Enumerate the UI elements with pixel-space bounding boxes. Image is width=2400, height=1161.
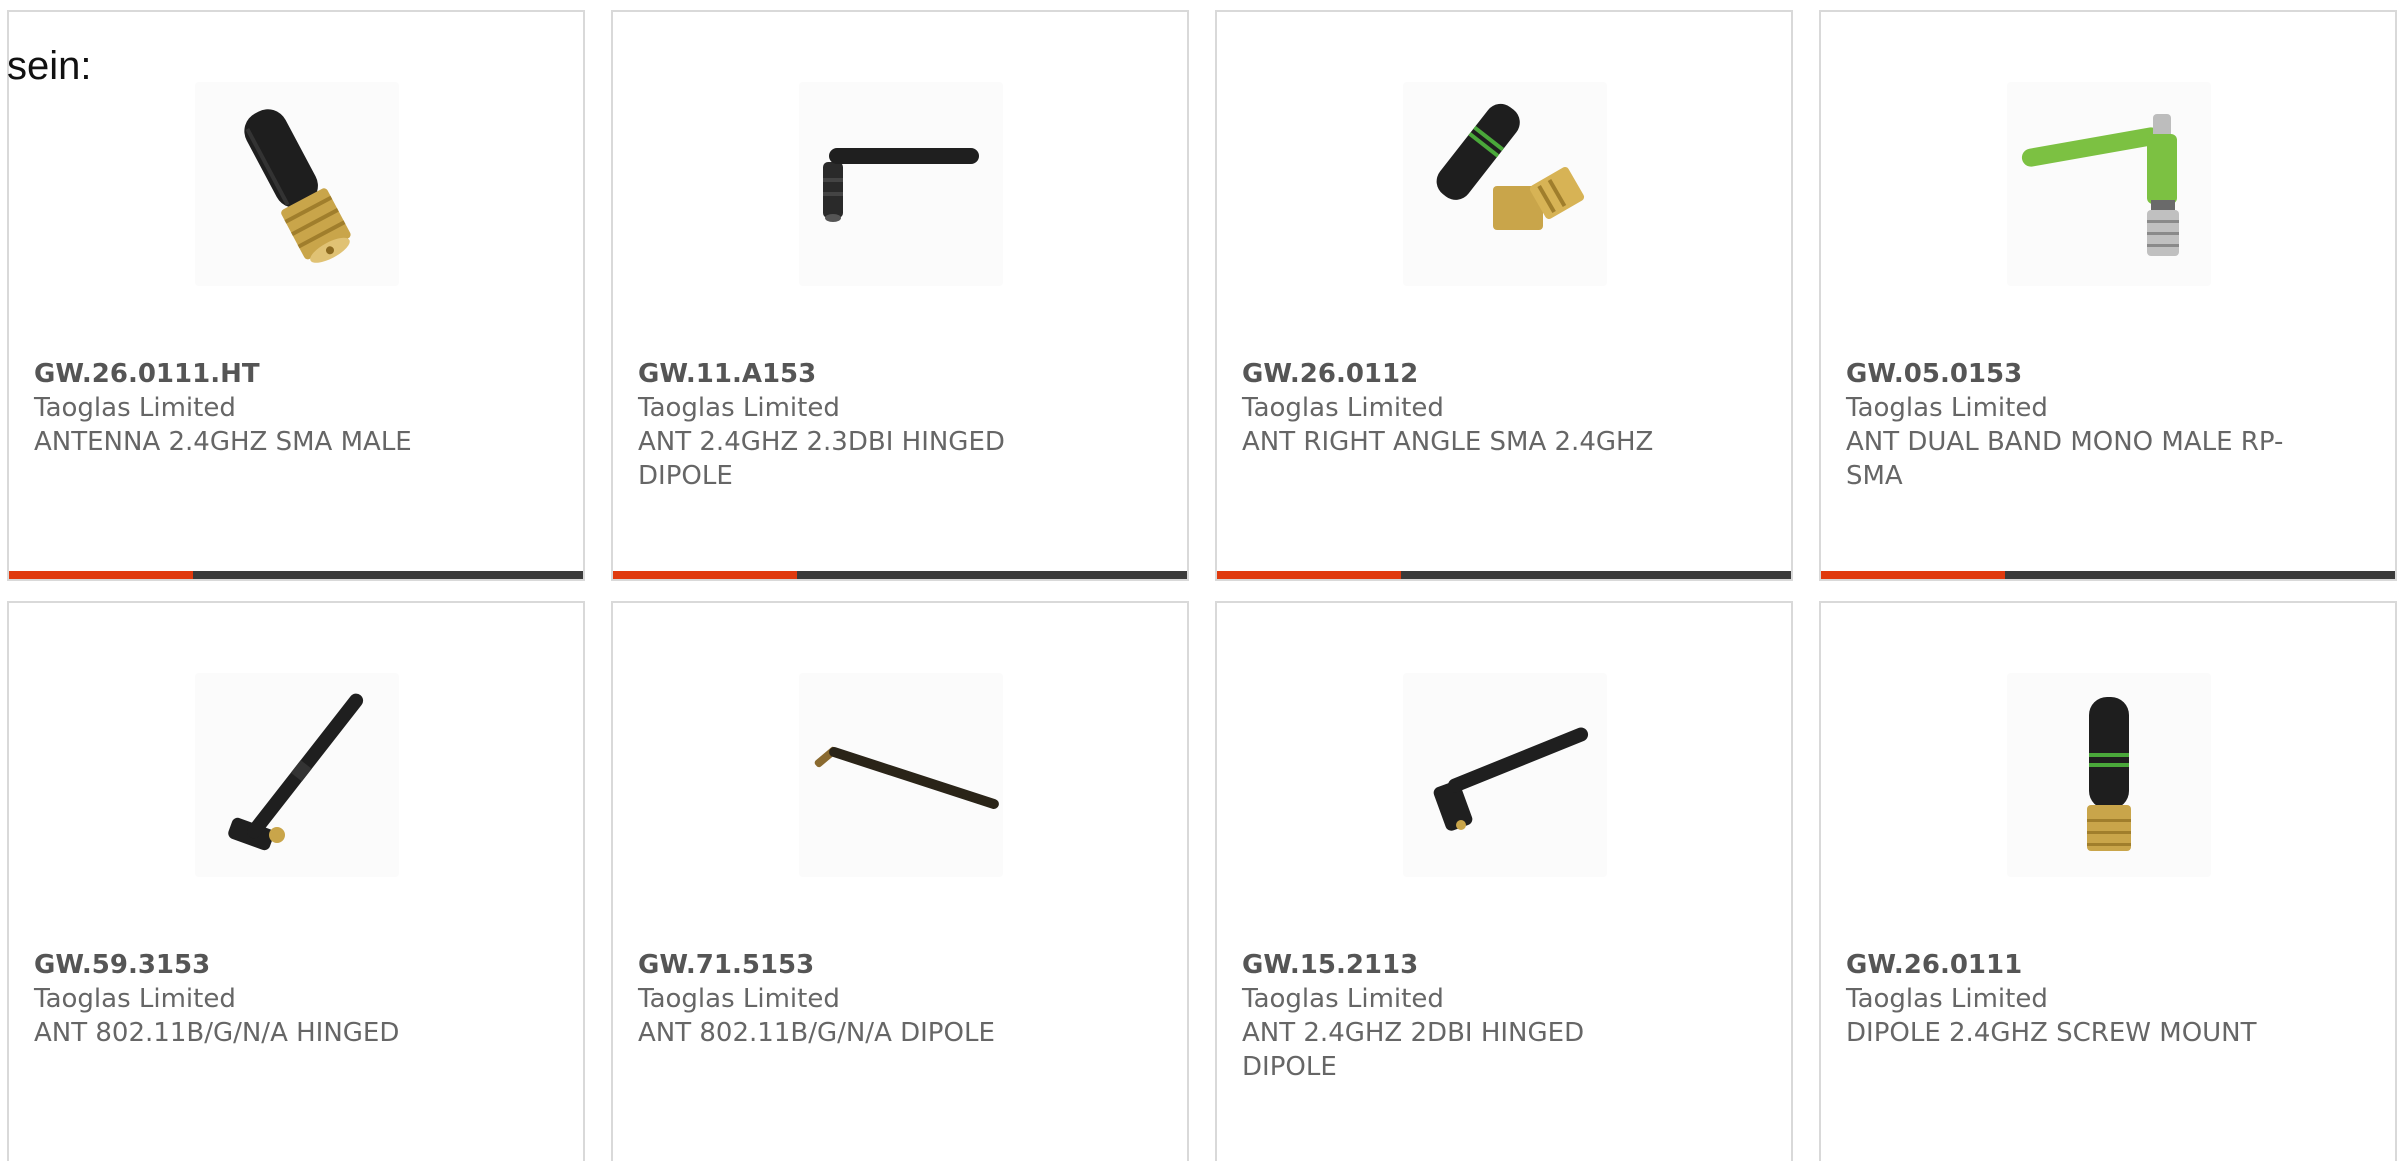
product-card[interactable]: GW.59.3153 Taoglas Limited ANT 802.11B/G… — [7, 601, 585, 1161]
progress-fill — [1821, 571, 2005, 579]
progress-fill — [613, 571, 797, 579]
progress-fill — [1217, 571, 1401, 579]
description: ANT 2.4GHZ 2.3DBI HINGED DIPOLE — [638, 427, 1005, 491]
part-number[interactable]: GW.26.0111.HT — [34, 357, 260, 391]
stubby-antenna-gold-sma-icon[interactable] — [195, 82, 399, 286]
manufacturer: Taoglas Limited — [34, 984, 236, 1014]
manufacturer: Taoglas Limited — [1846, 984, 2048, 1014]
part-number[interactable]: GW.26.0111 — [1846, 948, 2022, 982]
part-number[interactable]: GW.59.3153 — [34, 948, 210, 982]
progress-bar — [1821, 571, 2395, 579]
part-number[interactable]: GW.71.5153 — [638, 948, 814, 982]
angled-hinged-antenna-icon[interactable] — [195, 673, 399, 877]
green-hinged-antenna-icon[interactable] — [2007, 82, 2211, 286]
manufacturer: Taoglas Limited — [638, 393, 840, 423]
stubby-antenna-green-band-icon[interactable] — [2007, 673, 2211, 877]
intro-text: sein: — [7, 44, 92, 88]
short-hinged-antenna-icon[interactable] — [1403, 673, 1607, 877]
description: ANT 2.4GHZ 2DBI HINGED DIPOLE — [1242, 1018, 1585, 1082]
hinged-dipole-antenna-icon[interactable] — [799, 82, 1003, 286]
product-grid: GW.26.0111.HT Taoglas Limited ANTENNA 2.… — [0, 0, 2400, 1161]
manufacturer: Taoglas Limited — [34, 393, 236, 423]
product-card[interactable]: GW.26.0111 Taoglas Limited DIPOLE 2.4GHZ… — [1819, 601, 2397, 1161]
manufacturer: Taoglas Limited — [638, 984, 840, 1014]
product-card[interactable]: GW.71.5153 Taoglas Limited ANT 802.11B/G… — [611, 601, 1189, 1161]
description: ANT DUAL BAND MONO MALE RP-SMA — [1846, 427, 2284, 491]
description: ANT RIGHT ANGLE SMA 2.4GHZ — [1242, 427, 1654, 457]
page: sein: GW.26.0111.HT Taoglas Limited ANTE… — [0, 0, 2400, 1161]
part-number[interactable]: GW.05.0153 — [1846, 357, 2022, 391]
progress-bar — [1217, 571, 1791, 579]
product-card[interactable]: GW.15.2113 Taoglas Limited ANT 2.4GHZ 2D… — [1215, 601, 1793, 1161]
product-card[interactable]: GW.26.0112 Taoglas Limited ANT RIGHT ANG… — [1215, 10, 1793, 581]
manufacturer: Taoglas Limited — [1242, 984, 1444, 1014]
progress-bar — [613, 571, 1187, 579]
manufacturer: Taoglas Limited — [1846, 393, 2048, 423]
product-card[interactable]: GW.05.0153 Taoglas Limited ANT DUAL BAND… — [1819, 10, 2397, 581]
description: ANTENNA 2.4GHZ SMA MALE — [34, 427, 412, 457]
manufacturer: Taoglas Limited — [1242, 393, 1444, 423]
progress-bar — [9, 571, 583, 579]
part-number[interactable]: GW.11.A153 — [638, 357, 816, 391]
part-number[interactable]: GW.15.2113 — [1242, 948, 1418, 982]
progress-fill — [9, 571, 193, 579]
right-angle-antenna-icon[interactable] — [1403, 82, 1607, 286]
part-number[interactable]: GW.26.0112 — [1242, 357, 1418, 391]
description: ANT 802.11B/G/N/A DIPOLE — [638, 1018, 995, 1048]
description: ANT 802.11B/G/N/A HINGED — [34, 1018, 400, 1048]
description: DIPOLE 2.4GHZ SCREW MOUNT — [1846, 1018, 2257, 1048]
product-card[interactable]: GW.26.0111.HT Taoglas Limited ANTENNA 2.… — [7, 10, 585, 581]
product-card[interactable]: GW.11.A153 Taoglas Limited ANT 2.4GHZ 2.… — [611, 10, 1189, 581]
long-dipole-antenna-icon[interactable] — [799, 673, 1003, 877]
